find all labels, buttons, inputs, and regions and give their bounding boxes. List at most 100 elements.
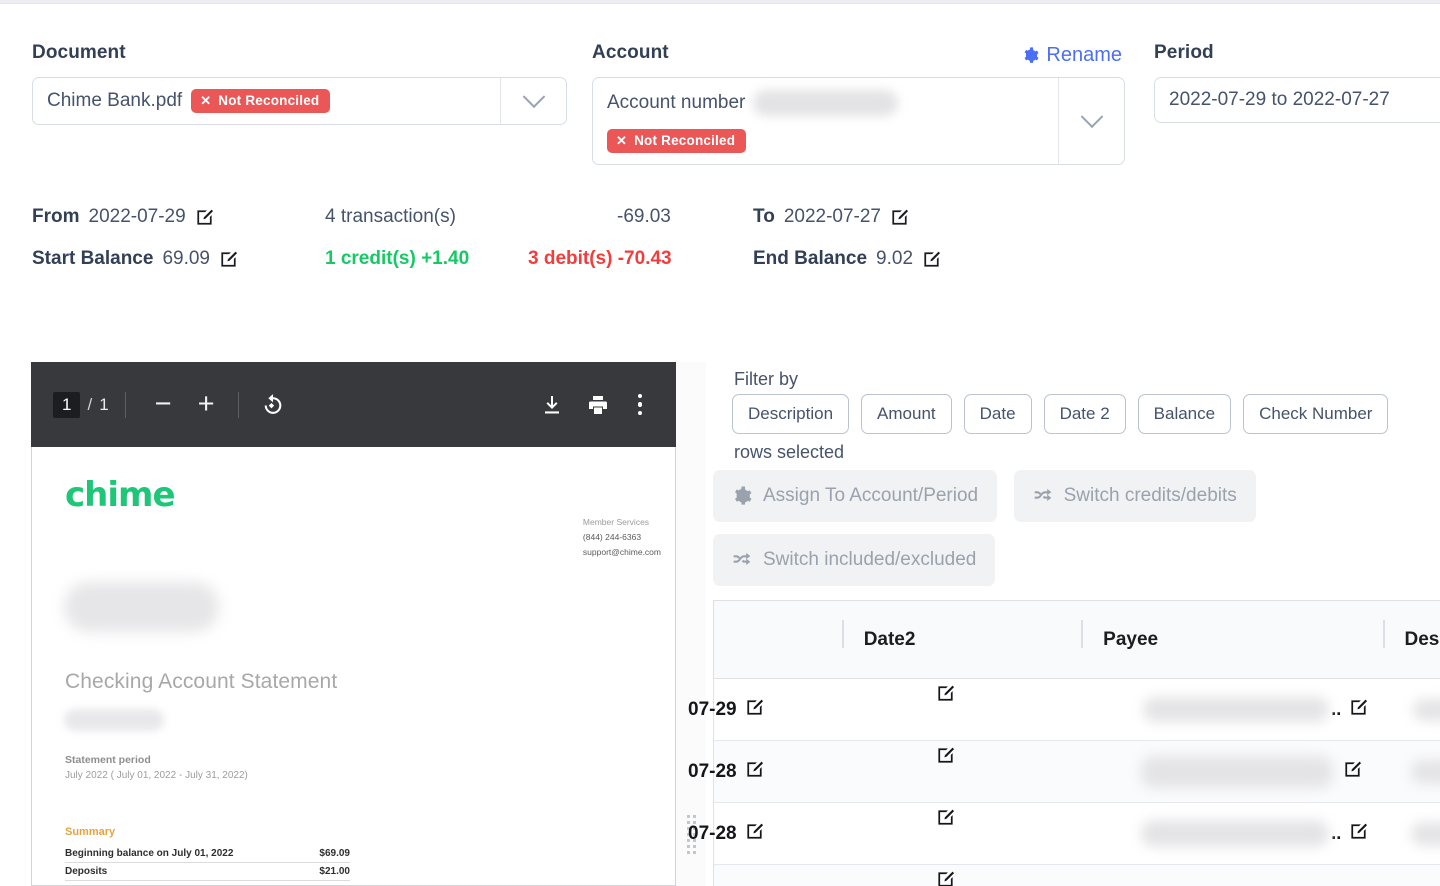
edit-payee-icon[interactable]	[1343, 760, 1362, 784]
document-select[interactable]: Chime Bank.pdf ✕ Not Reconciled	[32, 77, 567, 125]
filter-chip-date[interactable]: Date	[964, 394, 1032, 434]
edit-date-icon[interactable]	[745, 698, 764, 722]
filter-chip-check-number[interactable]: Check Number	[1243, 394, 1388, 434]
cell-date: 07-28	[714, 803, 842, 865]
pdf-summary-heading: Summary	[65, 826, 115, 838]
filter-chip-description[interactable]: Description	[732, 394, 849, 434]
edit-date2-icon[interactable]	[936, 684, 955, 708]
pdf-summary-row-value: $21.00	[319, 866, 350, 877]
pdf-summary-row-value: $69.09	[319, 848, 350, 859]
table-col-date2[interactable]: Date2	[842, 629, 1081, 651]
document-status-text: Not Reconciled	[218, 93, 319, 108]
start-balance-value: 69.09	[162, 248, 210, 270]
toolbar-divider	[125, 392, 126, 418]
period-value: 2022-07-29 to 2022-07-27	[1169, 89, 1390, 111]
table-col-date2-label: Date2	[864, 629, 916, 650]
table-row[interactable]: 07-28 .. A	[713, 803, 1440, 865]
edit-date2-icon[interactable]	[936, 746, 955, 770]
account-info-redacted	[64, 709, 164, 731]
assign-to-account-period-label: Assign To Account/Period	[763, 485, 978, 507]
table-col-payee-label: Payee	[1103, 629, 1158, 650]
payee-redacted	[1141, 756, 1333, 788]
document-block: Document Chime Bank.pdf ✕ Not Reconciled	[32, 42, 567, 125]
assign-to-account-period-button[interactable]: Assign To Account/Period	[713, 470, 997, 522]
period-block: Period 2022-07-29 to 2022-07-27	[1154, 42, 1440, 123]
summary-stats: From 2022-07-29 4 transaction(s) -69.03 …	[0, 206, 1440, 290]
statement-period-value: July 2022 ( July 01, 2022 - July 31, 202…	[65, 770, 248, 781]
edit-date-icon[interactable]	[745, 822, 764, 846]
payee-redacted	[1141, 820, 1329, 847]
edit-start-balance-icon[interactable]	[219, 250, 238, 269]
page-number-input[interactable]: 1	[53, 392, 80, 418]
table-row[interactable]: 07-28 s	[713, 741, 1440, 803]
member-services-email: support@chime.com	[583, 545, 661, 560]
table-header-row: Date2 Payee Description	[713, 600, 1440, 679]
document-filename: Chime Bank.pdf	[47, 90, 182, 112]
pane-divider[interactable]	[676, 362, 706, 886]
cell-date	[714, 865, 842, 886]
debits-summary: 3 debit(s) -70.43	[528, 248, 672, 270]
account-select-value: Account number ✕ Not Reconciled	[593, 78, 1058, 164]
rotate-button[interactable]	[247, 392, 298, 417]
cell-date2	[842, 741, 1081, 803]
end-balance-label: End Balance	[753, 248, 867, 270]
download-icon[interactable]	[540, 393, 564, 417]
net-amount: -69.03	[617, 206, 671, 228]
app-root: Document Chime Bank.pdf ✕ Not Reconciled…	[0, 0, 1440, 886]
cell-date2	[842, 865, 1081, 886]
account-select-caret[interactable]	[1058, 78, 1124, 164]
print-icon[interactable]	[586, 393, 610, 417]
zoom-in-button[interactable]: +	[185, 390, 228, 419]
cell-payee: ..	[1081, 803, 1382, 865]
filter-chips: Description Amount Date Date 2 Balance C…	[732, 394, 1388, 434]
kebab-menu-icon[interactable]	[632, 394, 649, 416]
edit-payee-icon[interactable]	[1349, 822, 1368, 846]
cell-date-value: 07-29	[688, 699, 737, 721]
end-balance-stat: End Balance 9.02	[753, 248, 941, 270]
edit-date2-icon[interactable]	[936, 808, 955, 832]
table-col-description-label: Description	[1405, 629, 1440, 650]
edit-from-icon[interactable]	[195, 208, 214, 227]
rows-selected-label: rows selected	[734, 442, 844, 463]
filter-chip-amount[interactable]: Amount	[861, 394, 952, 434]
cell-date2	[842, 803, 1081, 865]
period-select[interactable]: 2022-07-29 to 2022-07-27	[1154, 77, 1440, 123]
cell-date-value: 07-28	[688, 823, 737, 845]
shuffle-icon	[1033, 486, 1053, 506]
switch-included-excluded-button[interactable]: Switch included/excluded	[713, 534, 995, 586]
zoom-out-button[interactable]: −	[142, 390, 185, 419]
pdf-page-content: chime Member Services (844) 244-6363 sup…	[31, 447, 676, 886]
edit-date2-icon[interactable]	[936, 870, 955, 886]
edit-payee-icon[interactable]	[1349, 698, 1368, 722]
filter-chip-balance[interactable]: Balance	[1138, 394, 1231, 434]
switch-credits-debits-button[interactable]: Switch credits/debits	[1014, 470, 1256, 522]
description-redacted	[1411, 822, 1440, 846]
toolbar-divider-2	[238, 392, 239, 418]
cell-description	[1383, 865, 1440, 886]
rename-account-button[interactable]: Rename	[1022, 44, 1122, 67]
edit-end-balance-icon[interactable]	[922, 250, 941, 269]
description-redacted	[1413, 699, 1440, 721]
gear-icon	[1022, 47, 1039, 64]
table-col-description[interactable]: Description	[1383, 629, 1440, 651]
statement-title: Checking Account Statement	[65, 670, 337, 694]
cell-description: s	[1383, 741, 1440, 803]
statement-period-label: Statement period	[65, 754, 151, 766]
filter-chip-date2[interactable]: Date 2	[1044, 394, 1126, 434]
account-select[interactable]: Account number ✕ Not Reconciled	[592, 77, 1125, 165]
edit-to-icon[interactable]	[890, 208, 909, 227]
pdf-summary-row-label: Beginning balance on July 01, 2022	[65, 848, 233, 859]
end-balance-value: 9.02	[876, 248, 913, 270]
chevron-down-icon	[1080, 105, 1103, 128]
member-services-phone: (844) 244-6363	[583, 530, 661, 545]
selectors-row: Document Chime Bank.pdf ✕ Not Reconciled…	[0, 42, 1440, 202]
document-select-caret[interactable]	[500, 78, 566, 124]
table-row[interactable]: 07-29 .. F	[713, 679, 1440, 741]
filter-by-label: Filter by	[734, 369, 798, 390]
credits-summary: 1 credit(s) +1.40	[325, 248, 469, 270]
member-services-block: Member Services (844) 244-6363 support@c…	[583, 515, 661, 560]
edit-date-icon[interactable]	[745, 760, 764, 784]
cell-payee	[1081, 865, 1382, 886]
table-row[interactable]	[713, 865, 1440, 886]
table-col-payee[interactable]: Payee	[1081, 629, 1382, 651]
